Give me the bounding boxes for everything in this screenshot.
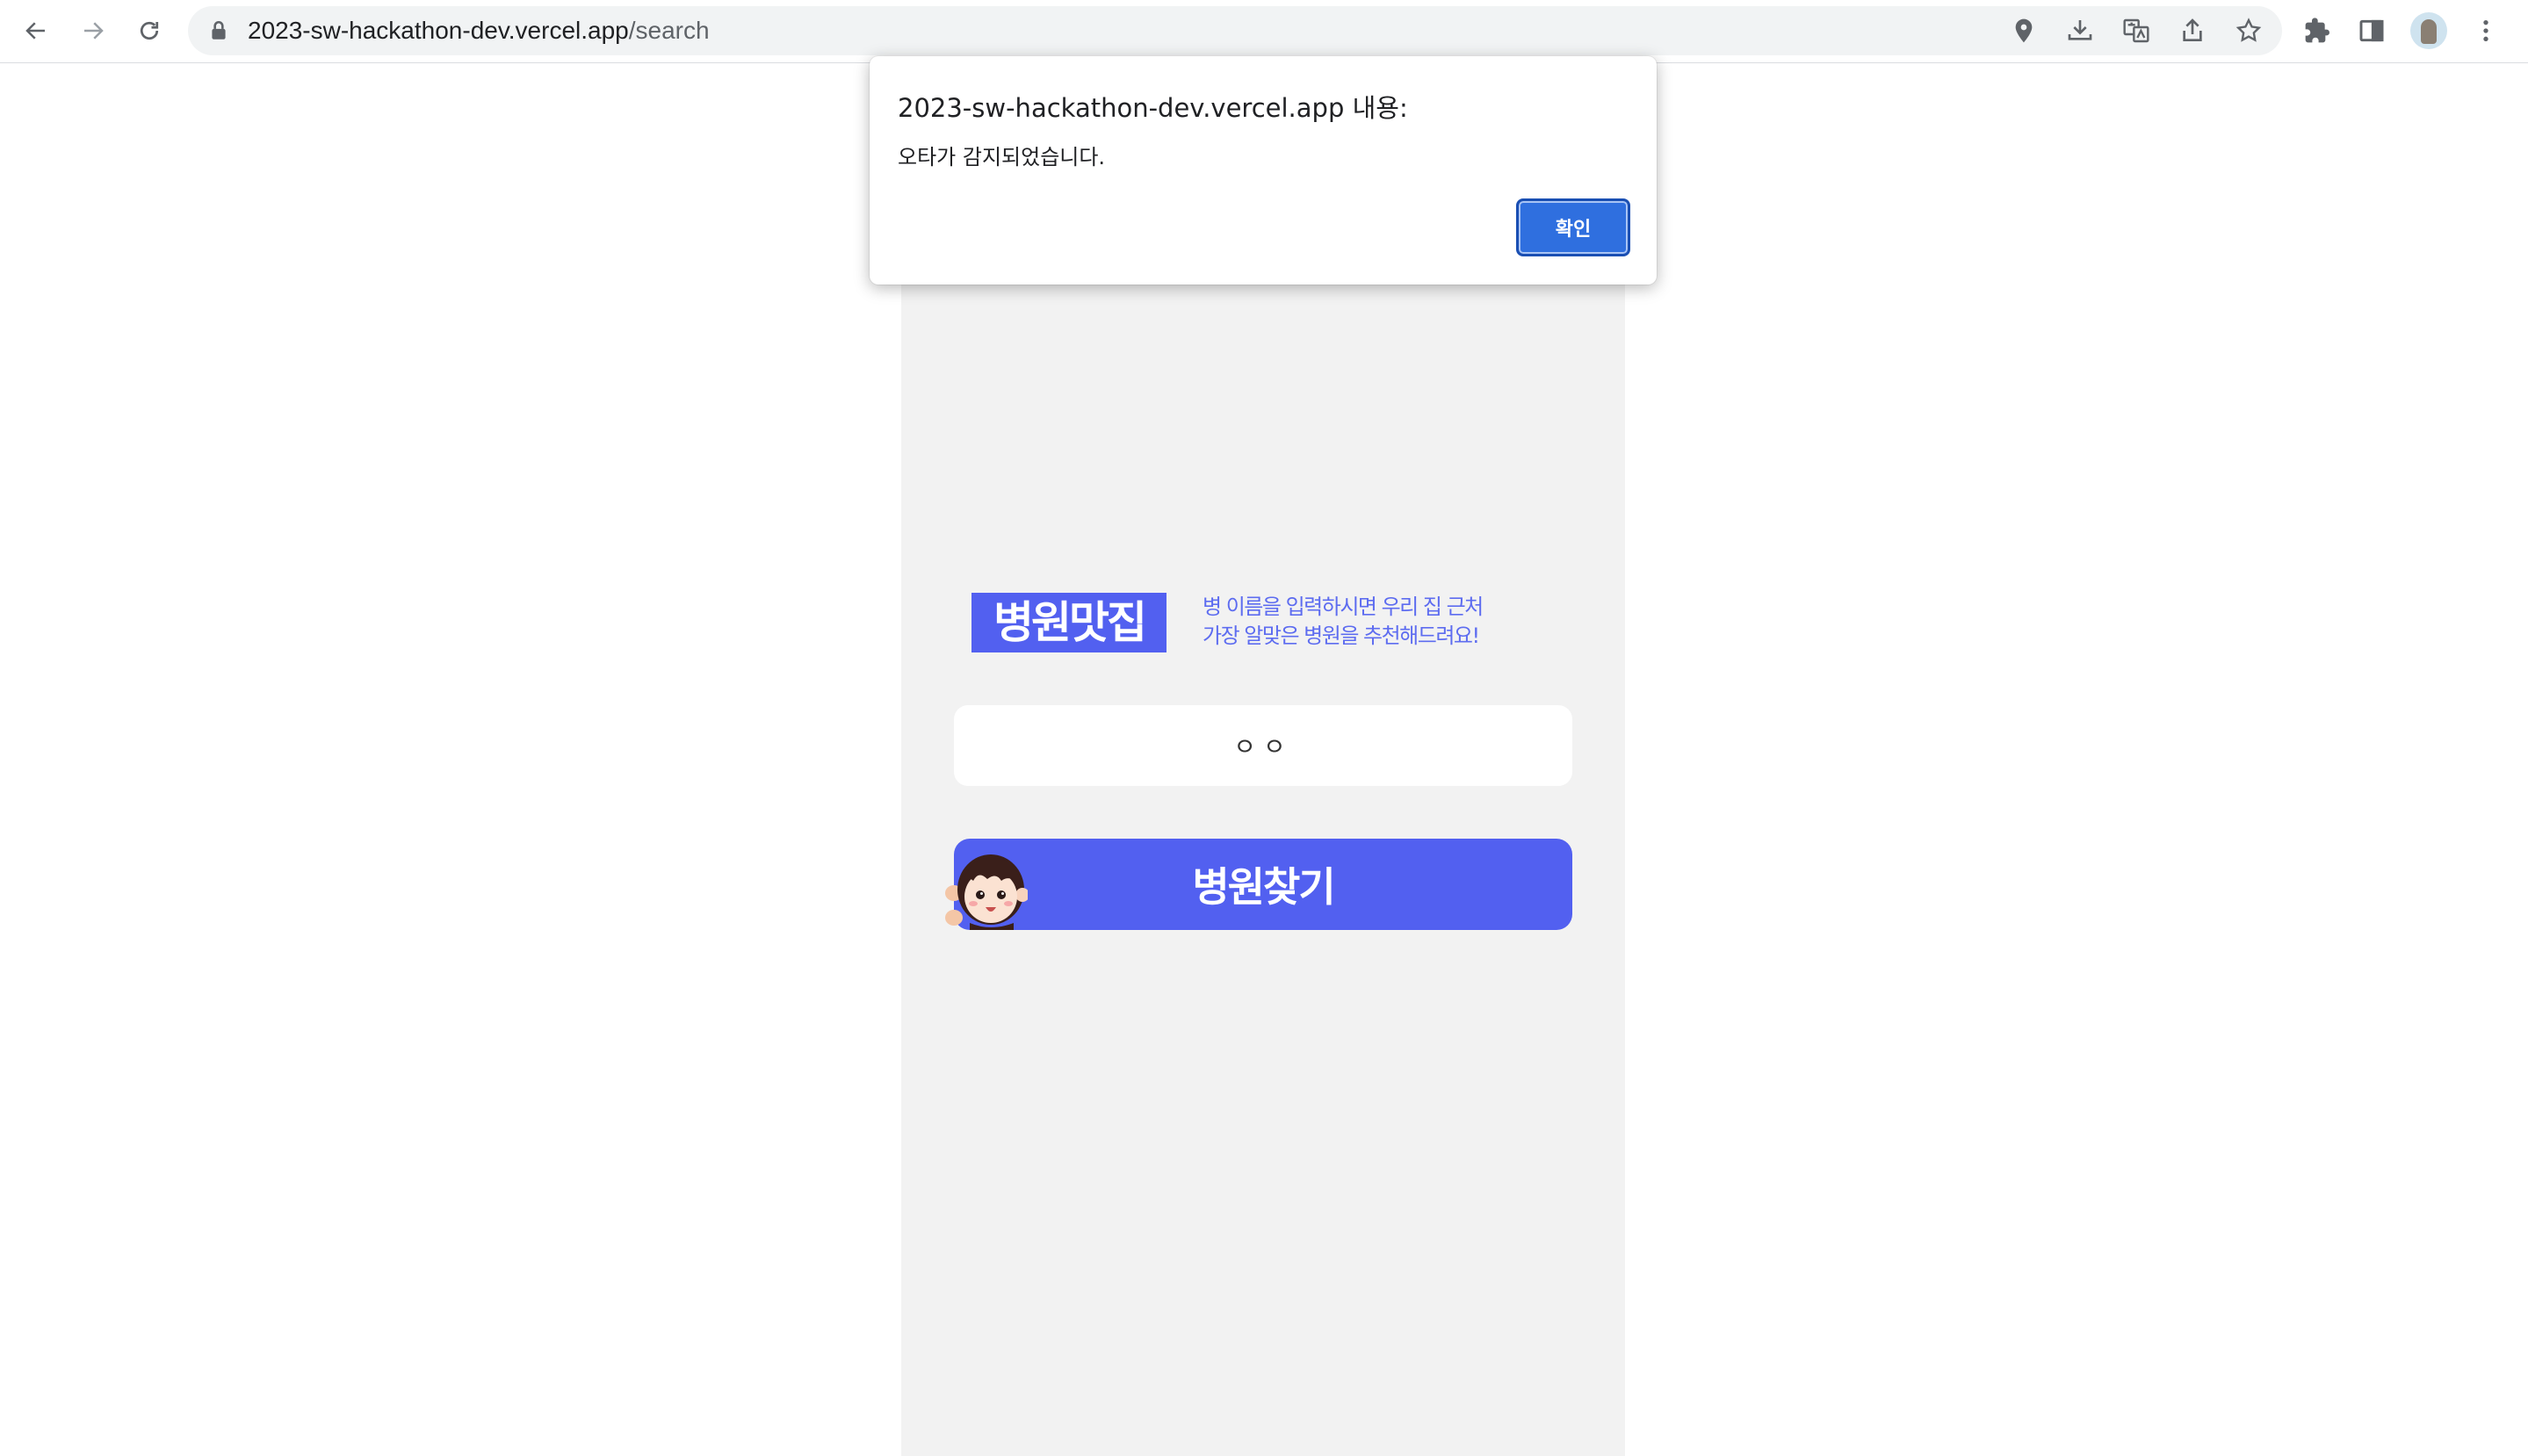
address-bar[interactable]: 2023-sw-hackathon-dev.vercel.app/search [188, 6, 2282, 55]
reload-icon[interactable] [130, 11, 169, 50]
forward-icon[interactable] [74, 11, 112, 50]
share-icon[interactable] [2177, 15, 2208, 47]
url-host: 2023-sw-hackathon-dev.vercel.app [248, 17, 629, 44]
brand-logo: 병원맛집 [971, 593, 1166, 652]
dialog-message: 오타가 감지되었습니다. [898, 145, 1106, 169]
tagline-line-2: 가장 알맞은 병원을 추천해드려요! [1203, 623, 1480, 648]
dialog-ok-button[interactable]: 확인 [1516, 198, 1630, 256]
translate-icon[interactable] [2120, 15, 2152, 47]
dialog-title: 2023-sw-hackathon-dev.vercel.app 내용: [898, 93, 1408, 123]
alert-dialog: 2023-sw-hackathon-dev.vercel.app 내용: 오타가… [870, 56, 1657, 285]
tagline: 병 이름을 입력하시면 우리 집 근처 가장 알맞은 병원을 추천해드려요! [1203, 593, 1536, 651]
back-icon[interactable] [17, 11, 55, 50]
browser-toolbar: 2023-sw-hackathon-dev.vercel.app/search [0, 0, 2528, 63]
location-icon[interactable] [2008, 15, 2040, 47]
more-menu-icon[interactable] [2470, 15, 2502, 47]
install-app-icon[interactable] [2064, 15, 2096, 47]
side-panel-icon[interactable] [2356, 15, 2387, 47]
mascot-girl-icon [945, 854, 1028, 930]
bookmark-star-icon[interactable] [2233, 15, 2264, 47]
disease-search-input[interactable] [954, 705, 1572, 786]
profile-avatar[interactable] [2410, 12, 2447, 49]
url-path: /search [628, 17, 710, 44]
lock-icon[interactable] [207, 19, 230, 42]
find-hospital-button[interactable]: 병원찾기 [954, 839, 1572, 930]
tagline-line-1: 병 이름을 입력하시면 우리 집 근처 [1203, 595, 1484, 619]
extensions-icon[interactable] [2301, 15, 2333, 47]
url-text[interactable]: 2023-sw-hackathon-dev.vercel.app/search [248, 6, 710, 55]
